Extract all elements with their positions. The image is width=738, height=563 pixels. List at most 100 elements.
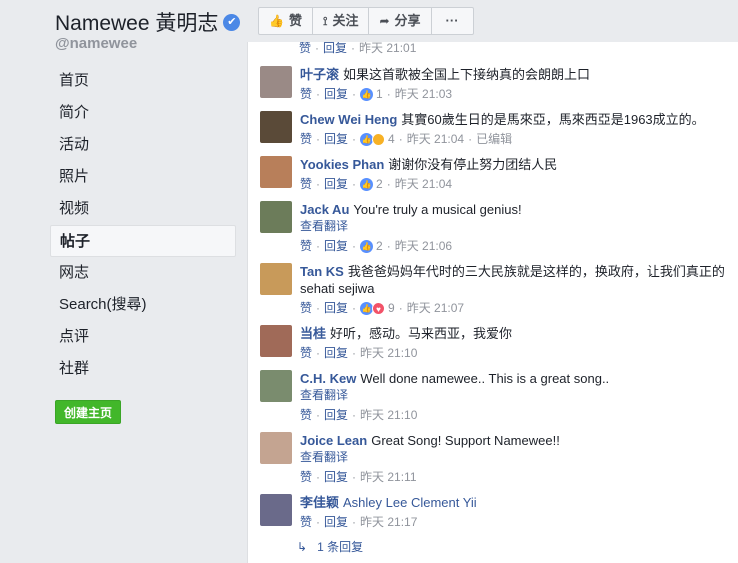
like-link[interactable]: 赞 <box>300 407 312 424</box>
nav-item-search[interactable]: Search(搜尋) <box>50 289 236 321</box>
nav-item-posts[interactable]: 帖子 <box>50 225 236 257</box>
separator: · <box>316 470 321 484</box>
comment-author[interactable]: Yookies Phan <box>300 157 384 172</box>
page-handle[interactable]: @namewee <box>55 35 137 52</box>
reply-link[interactable]: 回复 <box>324 345 348 362</box>
nav-item-videos[interactable]: 视频 <box>50 193 236 225</box>
like-reaction-icon[interactable]: 👍 <box>360 240 374 253</box>
view-replies-link[interactable]: ↳ 1 条回复 <box>297 538 363 555</box>
reply-link[interactable]: 回复 <box>324 300 348 317</box>
reaction-count[interactable]: 9 <box>388 300 395 317</box>
comment-author[interactable]: Joice Lean <box>300 433 367 448</box>
like-link[interactable]: 赞 <box>300 86 312 103</box>
page-title[interactable]: Namewee 黃明志 ✔ <box>55 7 241 37</box>
share-arrow-icon: ➦ <box>379 14 390 28</box>
reply-link[interactable]: 回复 <box>324 131 348 148</box>
like-link[interactable]: 赞 <box>299 42 311 55</box>
timestamp[interactable]: 昨天 21:06 <box>395 238 452 255</box>
page-name[interactable]: Namewee 黃明志 <box>55 7 218 37</box>
comment-author[interactable]: 当桂 <box>300 326 326 341</box>
nav-item-notes[interactable]: 网志 <box>50 257 236 289</box>
separator: · <box>316 408 321 422</box>
comment-author[interactable]: 李佳颖 <box>300 495 339 510</box>
follow-button[interactable]: ⟟ 关注 <box>313 8 370 34</box>
nav-item-reviews[interactable]: 点评 <box>50 321 236 353</box>
tagged-user-link[interactable]: Ashley Lee Clement Yii <box>343 495 477 510</box>
see-translation-link[interactable]: 查看翻译 <box>300 387 730 404</box>
avatar[interactable] <box>260 432 292 464</box>
like-link[interactable]: 赞 <box>300 345 312 362</box>
separator: · <box>352 470 357 484</box>
timestamp[interactable]: 昨天 21:17 <box>360 514 417 531</box>
like-link[interactable]: 赞 <box>300 300 312 317</box>
comment-text-line: Jack Au You're truly a musical genius! <box>300 201 730 218</box>
avatar[interactable] <box>260 494 292 526</box>
separator: · <box>316 239 321 253</box>
comment-author[interactable]: Chew Wei Heng <box>300 112 397 127</box>
nav-item-events[interactable]: 活动 <box>50 129 236 161</box>
comment-text: You're truly a musical genius! <box>353 202 522 217</box>
like-link[interactable]: 赞 <box>300 469 312 486</box>
separator: · <box>386 177 391 191</box>
comment-author[interactable]: Tan KS <box>300 264 344 279</box>
timestamp[interactable]: 昨天 21:04 <box>407 131 464 148</box>
reaction-count[interactable]: 2 <box>376 176 383 193</box>
separator: · <box>386 87 391 101</box>
comments-panel: 赞 · 回复 · 昨天 21:01 叶子滚 如果这首歌被全国上下接纳真的会朗朗上口 赞 · 回… <box>247 42 738 563</box>
share-button[interactable]: ➦ 分享 <box>369 8 432 34</box>
like-link[interactable]: 赞 <box>300 238 312 255</box>
reply-link[interactable]: 回复 <box>323 42 347 55</box>
timestamp[interactable]: 昨天 21:03 <box>395 86 452 103</box>
reply-link[interactable]: 回复 <box>324 238 348 255</box>
avatar[interactable] <box>260 111 292 143</box>
timestamp[interactable]: 昨天 21:07 <box>407 300 464 317</box>
like-link[interactable]: 赞 <box>300 514 312 531</box>
reply-link[interactable]: 回复 <box>324 514 348 531</box>
create-page-button[interactable]: 创建主页 <box>55 400 122 424</box>
nav-item-photos[interactable]: 照片 <box>50 161 236 193</box>
comment-text-line: Joice Lean Great Song! Support Namewee!! <box>300 432 730 449</box>
avatar[interactable] <box>260 325 292 357</box>
avatar[interactable] <box>260 201 292 233</box>
like-link[interactable]: 赞 <box>300 176 312 193</box>
separator: · <box>316 132 321 146</box>
timestamp[interactable]: 昨天 21:10 <box>360 345 417 362</box>
avatar[interactable] <box>260 66 292 98</box>
like-page-button[interactable]: 👍 赞 <box>259 8 313 34</box>
see-translation-link[interactable]: 查看翻译 <box>300 218 730 235</box>
comment-author[interactable]: C.H. Kew <box>300 371 356 386</box>
timestamp[interactable]: 昨天 21:04 <box>395 176 452 193</box>
timestamp[interactable]: 昨天 21:10 <box>360 407 417 424</box>
comment-text: 好听，感动。马来西亚，我爱你 <box>330 326 513 341</box>
comment-meta: 赞 · 回复 · 昨天 21:11 <box>300 469 730 486</box>
see-translation-link[interactable]: 查看翻译 <box>300 449 730 466</box>
nav-item-about[interactable]: 简介 <box>50 97 236 129</box>
reply-link[interactable]: 回复 <box>324 176 348 193</box>
like-reaction-icon[interactable]: 👍 <box>360 178 374 191</box>
timestamp[interactable]: 昨天 21:11 <box>360 469 416 486</box>
avatar[interactable] <box>260 156 292 188</box>
comment-meta: 赞 · 回复 · 昨天 21:10 <box>300 407 730 424</box>
reply-link[interactable]: 回复 <box>324 407 348 424</box>
nav-item-community[interactable]: 社群 <box>50 353 236 385</box>
reaction-count[interactable]: 2 <box>376 238 383 255</box>
comment-text-line: Tan KS 我爸爸妈妈年代时的三大民族就是这样的，换政府，让我们真正的sehat… <box>300 263 730 297</box>
comment-author[interactable]: 叶子滚 <box>300 67 339 82</box>
reaction-count[interactable]: 1 <box>376 86 383 103</box>
avatar[interactable] <box>260 370 292 402</box>
reply-link[interactable]: 回复 <box>324 469 348 486</box>
reply-link[interactable]: 回复 <box>324 86 348 103</box>
comment-meta: 赞 · 回复 · 👍 2 · 昨天 21:06 <box>300 238 730 255</box>
avatar[interactable] <box>260 263 292 295</box>
like-reaction-icon[interactable]: 👍 <box>360 88 374 101</box>
reaction-count[interactable]: 4 <box>388 131 395 148</box>
edited-label[interactable]: 已编辑 <box>476 131 512 148</box>
heart-reaction-icon[interactable]: ♥ <box>372 302 386 315</box>
comment-author[interactable]: Jack Au <box>300 202 349 217</box>
comment-meta: 赞 · 回复 · 👍 4 · 昨天 21:04 · 已编辑 <box>300 131 730 148</box>
timestamp[interactable]: 昨天 21:01 <box>359 42 416 55</box>
more-options-button[interactable]: ··· <box>432 8 473 34</box>
haha-reaction-icon[interactable] <box>372 133 386 146</box>
like-link[interactable]: 赞 <box>300 131 312 148</box>
nav-item-home[interactable]: 首页 <box>50 65 236 97</box>
